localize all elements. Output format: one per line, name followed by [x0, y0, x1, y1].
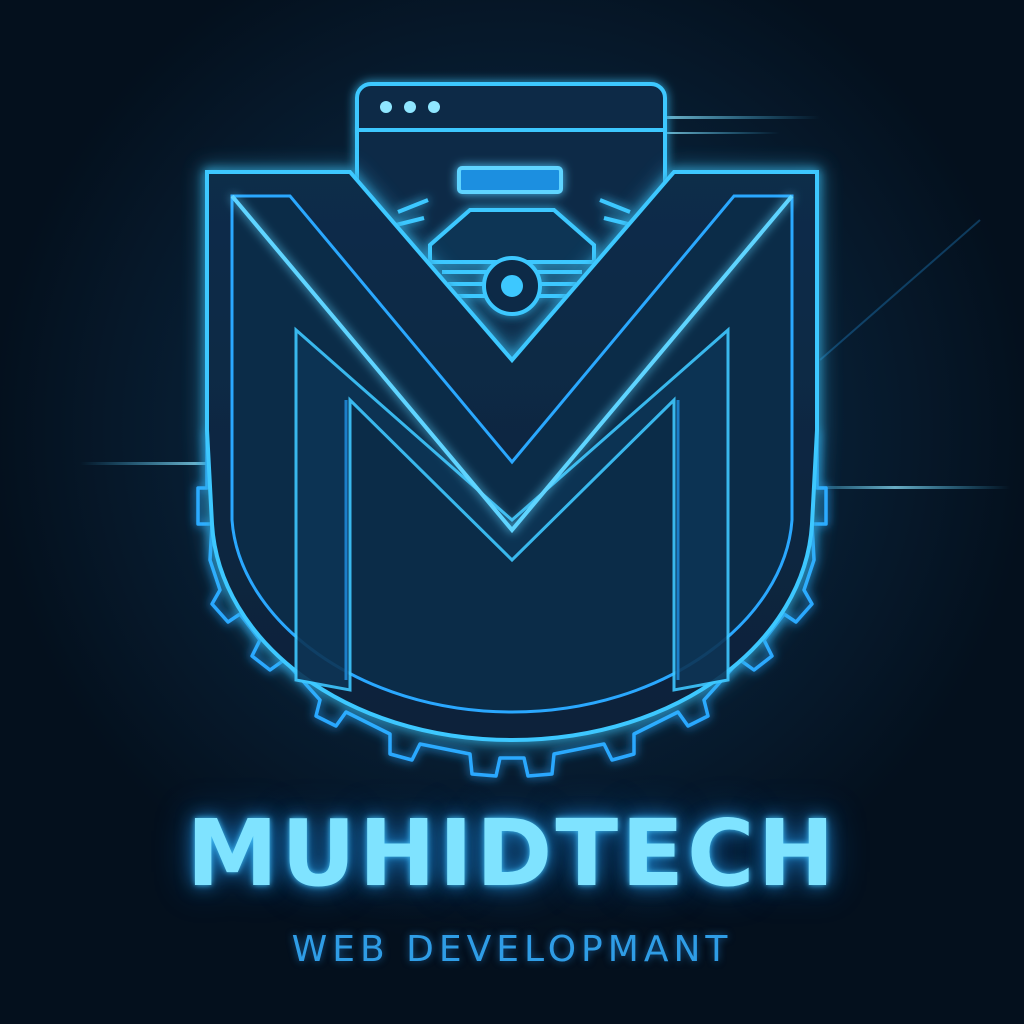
tagline: WEB DEVELOPMANT — [291, 929, 733, 970]
brand-name: MUHIDTECH — [186, 800, 838, 907]
logo-canvas: MUHIDTECH WEB DEVELOPMANT — [0, 0, 1024, 1024]
